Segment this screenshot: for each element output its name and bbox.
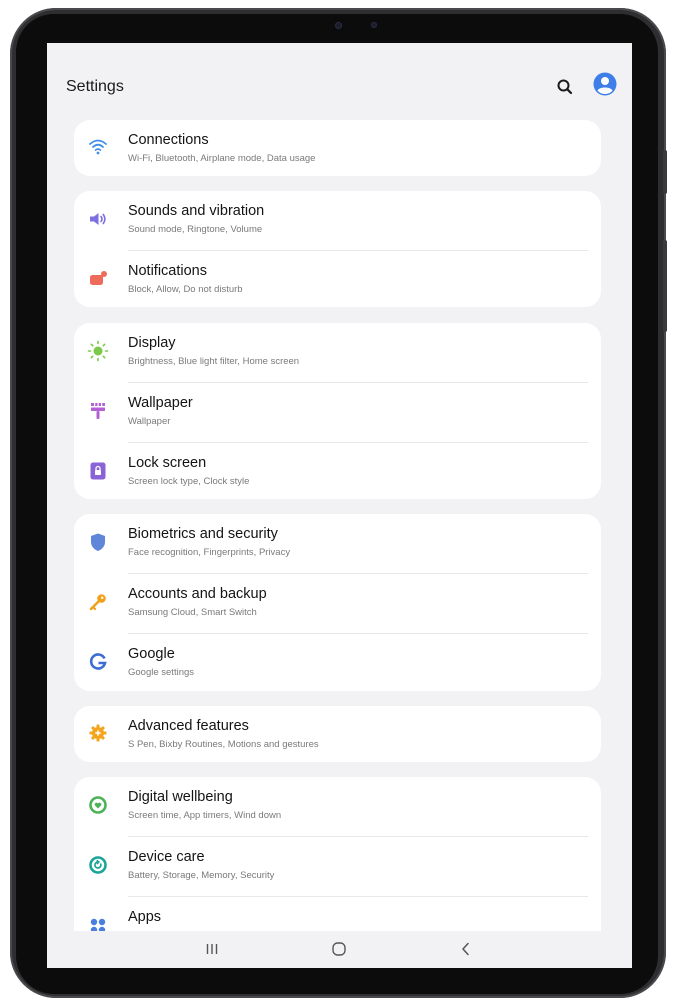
settings-item-label: Device care: [128, 849, 205, 865]
speaker-icon: [87, 208, 109, 230]
settings-item-label: Apps: [128, 909, 162, 925]
wellbeing-icon: [87, 794, 109, 816]
settings-item-display[interactable]: Display Brightness, Blue light filter, H…: [74, 323, 601, 383]
search-icon[interactable]: [554, 76, 576, 98]
side-key: [663, 150, 667, 194]
settings-item-label: Notifications: [128, 263, 207, 279]
settings-group-security: Biometrics and security Face recognition…: [74, 514, 601, 691]
tablet-device: Settings Connections Wi-Fi, Bluetooth, A…: [0, 0, 673, 1000]
account-circle-icon[interactable]: [593, 72, 617, 96]
shield-icon: [87, 531, 109, 553]
volume-key: [663, 240, 667, 332]
settings-item-label: Digital wellbeing: [128, 789, 233, 805]
home-icon[interactable]: [327, 939, 351, 959]
front-camera-icon: [335, 22, 342, 29]
settings-group-connections: Connections Wi-Fi, Bluetooth, Airplane m…: [74, 120, 601, 176]
notification-icon: [87, 268, 109, 290]
back-icon[interactable]: [454, 939, 478, 959]
wifi-icon: [87, 136, 109, 158]
settings-item-wallpaper[interactable]: Wallpaper Wallpaper: [74, 383, 601, 443]
settings-item-label: Lock screen: [128, 455, 207, 471]
screen: Settings Connections Wi-Fi, Bluetooth, A…: [47, 43, 632, 968]
settings-item-label: Google: [128, 646, 175, 662]
settings-item-subtitle: Block, Allow, Do not disturb: [128, 284, 243, 295]
settings-item-digital-wellbeing[interactable]: Digital wellbeing Screen time, App timer…: [74, 777, 601, 837]
settings-item-subtitle: Screen time, App timers, Wind down: [128, 810, 282, 821]
gear-plus-icon: [87, 722, 109, 744]
settings-item-label: Accounts and backup: [128, 586, 267, 602]
sensor-icon: [371, 22, 377, 28]
settings-item-biometrics-and-security[interactable]: Biometrics and security Face recognition…: [74, 514, 601, 574]
lock-icon: [87, 460, 109, 482]
settings-item-label: Biometrics and security: [128, 526, 278, 542]
settings-item-notifications[interactable]: Notifications Block, Allow, Do not distu…: [74, 251, 601, 311]
settings-item-subtitle: Face recognition, Fingerprints, Privacy: [128, 547, 291, 558]
settings-group-sounds: Sounds and vibration Sound mode, Rington…: [74, 191, 601, 307]
settings-item-subtitle: Google settings: [128, 667, 195, 678]
recents-icon[interactable]: [200, 939, 224, 959]
settings-item-subtitle: S Pen, Bixby Routines, Motions and gestu…: [128, 739, 319, 750]
settings-group-advanced: Advanced features S Pen, Bixby Routines,…: [74, 706, 601, 762]
settings-item-accounts-and-backup[interactable]: Accounts and backup Samsung Cloud, Smart…: [74, 574, 601, 634]
brush-icon: [87, 400, 109, 422]
settings-item-subtitle: Wallpaper: [128, 416, 171, 427]
navigation-bar: [47, 931, 632, 968]
settings-item-connections[interactable]: Connections Wi-Fi, Bluetooth, Airplane m…: [74, 120, 601, 180]
settings-item-subtitle: Screen lock type, Clock style: [128, 476, 250, 487]
settings-item-label: Display: [128, 335, 176, 351]
sun-icon: [87, 340, 109, 362]
settings-group-display: Display Brightness, Blue light filter, H…: [74, 323, 601, 499]
app-bar: Settings: [47, 43, 632, 123]
settings-item-subtitle: Battery, Storage, Memory, Security: [128, 870, 275, 881]
settings-item-subtitle: Sound mode, Ringtone, Volume: [128, 224, 263, 235]
settings-item-advanced-features[interactable]: Advanced features S Pen, Bixby Routines,…: [74, 706, 601, 766]
settings-item-label: Sounds and vibration: [128, 203, 265, 219]
settings-item-sounds-and-vibration[interactable]: Sounds and vibration Sound mode, Rington…: [74, 191, 601, 251]
settings-item-label: Advanced features: [128, 718, 249, 734]
settings-item-google[interactable]: Google Google settings: [74, 634, 601, 694]
key-icon: [87, 591, 109, 613]
settings-item-label: Wallpaper: [128, 395, 193, 411]
settings-item-subtitle: Samsung Cloud, Smart Switch: [128, 607, 257, 618]
page-title: Settings: [66, 78, 124, 95]
device-care-icon: [87, 854, 109, 876]
google-icon: [87, 651, 109, 673]
settings-item-lock-screen[interactable]: Lock screen Screen lock type, Clock styl…: [74, 443, 601, 503]
settings-item-subtitle: Wi-Fi, Bluetooth, Airplane mode, Data us…: [128, 153, 316, 164]
settings-item-device-care[interactable]: Device care Battery, Storage, Memory, Se…: [74, 837, 601, 897]
settings-item-subtitle: Brightness, Blue light filter, Home scre…: [128, 356, 300, 367]
settings-item-label: Connections: [128, 132, 209, 148]
